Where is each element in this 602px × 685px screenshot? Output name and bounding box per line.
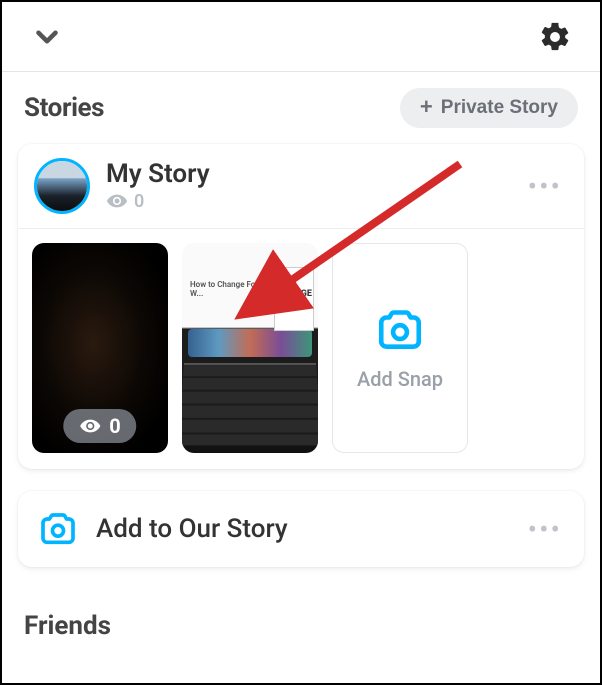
stories-header: Stories + Private Story (2, 72, 600, 138)
friends-header: Friends (2, 583, 600, 641)
eye-icon (106, 190, 128, 212)
plus-icon: + (420, 96, 433, 118)
snap-overlay-book: CHANGE FONT (274, 267, 314, 331)
camera-icon (34, 509, 82, 549)
avatar-image (37, 161, 87, 211)
snap-views-pill: 0 (63, 409, 136, 443)
more-icon[interactable]: ••• (522, 170, 568, 203)
more-icon[interactable]: ••• (522, 513, 568, 546)
gear-icon[interactable] (538, 20, 572, 54)
my-story-snaps-row: 0 How to Change Fonts in W... CHANGE FON… (18, 229, 584, 469)
my-story-title-block: My Story 0 (106, 160, 522, 213)
my-story-views-count: 0 (134, 191, 144, 212)
snap-views-count: 0 (109, 414, 120, 438)
my-story-avatar[interactable] (34, 158, 90, 214)
add-to-our-story-row[interactable]: Add to Our Story ••• (18, 491, 584, 567)
eye-icon (79, 415, 101, 437)
snap-overlay-text: How to Change Fonts in W... (190, 281, 280, 299)
snap-views-count: 0 (259, 414, 270, 438)
snap-thumbnail[interactable]: How to Change Fonts in W... CHANGE FONT … (182, 243, 318, 453)
my-story-header-row[interactable]: My Story 0 ••• (18, 144, 584, 229)
snap-thumbnail[interactable]: 0 (32, 243, 168, 453)
add-to-our-story-label: Add to Our Story (96, 514, 522, 544)
friends-section-title: Friends (24, 611, 578, 641)
private-story-button[interactable]: + Private Story (400, 88, 578, 128)
my-story-title: My Story (106, 160, 522, 189)
add-snap-label: Add Snap (357, 367, 443, 391)
eye-icon (229, 415, 251, 437)
my-story-card: My Story 0 ••• 0 How to Change Fonts in … (18, 144, 584, 469)
snap-views-pill: 0 (213, 409, 286, 443)
private-story-button-label: Private Story (441, 97, 558, 119)
camera-icon (375, 305, 425, 355)
stories-section-title: Stories (24, 93, 104, 123)
chevron-down-icon[interactable] (30, 20, 64, 54)
add-snap-button[interactable]: Add Snap (332, 243, 468, 453)
my-story-views: 0 (106, 190, 522, 212)
top-bar (2, 2, 600, 72)
